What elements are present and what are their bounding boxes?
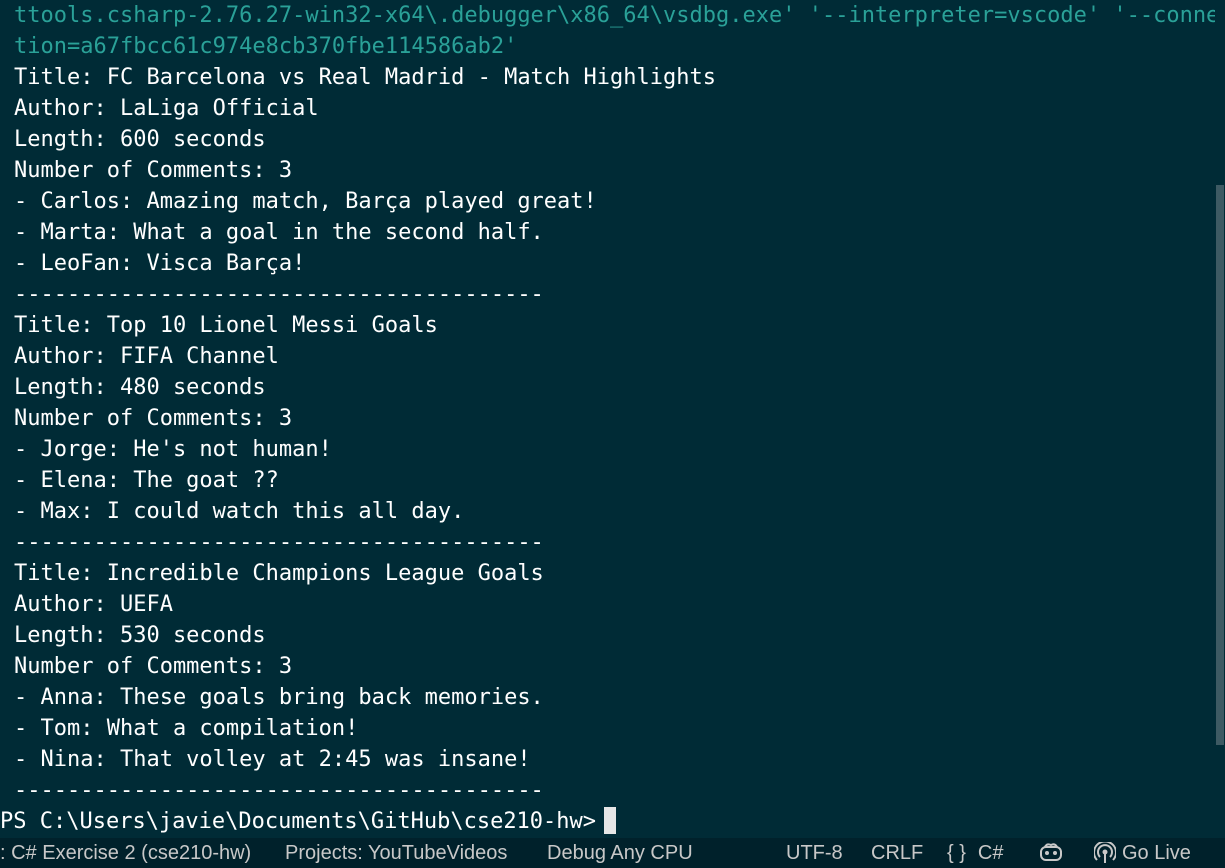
terminal-line: - Elena: The goat ?? [14,468,279,493]
status-debug-config-label: Debug Any CPU [547,842,693,864]
status-bar: : C# Exercise 2 (cse210-hw) Projects: Yo… [0,838,1225,868]
status-debug-config[interactable]: Debug Any CPU [547,838,693,868]
broadcast-icon [1094,842,1116,863]
terminal-line: - Nina: That volley at 2:45 was insane! [14,747,531,772]
status-language-label: C# [977,842,1004,864]
terminal-line: Title: Top 10 Lionel Messi Goals [14,313,438,338]
prompt-text: PS C:\Users\javie\Documents\GitHub\cse21… [0,809,597,834]
status-projects[interactable]: Projects: YouTubeVideos [285,838,507,868]
status-line-ending-label: CRLF [871,842,924,864]
terminal-prompt[interactable]: PS C:\Users\javie\Documents\GitHub\cse21… [0,806,617,837]
terminal-line: Number of Comments: 3 [14,158,293,183]
terminal-line: - Tom: What a compilation! [14,716,359,741]
braces-icon: { } [947,842,966,864]
terminal-scrollbar-thumb[interactable] [1216,185,1224,745]
terminal-line: Title: Incredible Champions League Goals [14,561,544,586]
terminal-line: Length: 530 seconds [14,623,266,648]
status-encoding-label: UTF-8 [786,842,843,864]
terminal-line: ttools.csharp-2.76.27-win32-x64\.debugge… [14,3,1225,28]
terminal-cursor [604,806,617,834]
terminal-line: Number of Comments: 3 [14,406,293,431]
terminal-line: - Carlos: Amazing match, Barça played gr… [14,189,597,214]
terminal-line: - LeoFan: Visca Barça! [14,251,306,276]
status-project-context[interactable]: : C# Exercise 2 (cse210-hw) [0,838,251,868]
terminal-line: Author: LaLiga Official [14,96,319,121]
terminal-line: Length: 480 seconds [14,375,266,400]
status-encoding[interactable]: UTF-8 [786,838,843,868]
terminal-line: - Anna: These goals bring back memories. [14,685,544,710]
terminal-line: tion=a67fbcc61c974e8cb370fbe114586ab2' [14,34,518,59]
terminal-line: Author: FIFA Channel [14,344,279,369]
status-copilot[interactable] [1038,838,1070,868]
terminal-line: Author: UEFA [14,592,173,617]
status-go-live[interactable]: Go Live [1094,838,1191,868]
status-language-mode[interactable]: { } C# [947,838,1004,868]
terminal-line: - Max: I could watch this all day. [14,499,465,524]
terminal-scrollbar[interactable] [1215,0,1225,838]
copilot-icon [1040,843,1062,861]
status-line-ending[interactable]: CRLF [871,838,923,868]
terminal-separator: ---------------------------------------- [14,282,544,307]
terminal-line: - Jorge: He's not human! [14,437,332,462]
terminal-line: Title: FC Barcelona vs Real Madrid - Mat… [14,65,716,90]
terminal-line: Number of Comments: 3 [14,654,293,679]
terminal-panel[interactable]: ttools.csharp-2.76.27-win32-x64\.debugge… [0,0,1225,838]
terminal-line: - Marta: What a goal in the second half. [14,220,544,245]
status-projects-label: Projects: YouTubeVideos [285,842,508,864]
terminal-separator: ---------------------------------------- [14,778,544,803]
status-go-live-label: Go Live [1122,842,1191,864]
terminal-separator: ---------------------------------------- [14,530,544,555]
terminal-line: Length: 600 seconds [14,127,266,152]
status-project-context-label: : C# Exercise 2 (cse210-hw) [0,842,252,864]
